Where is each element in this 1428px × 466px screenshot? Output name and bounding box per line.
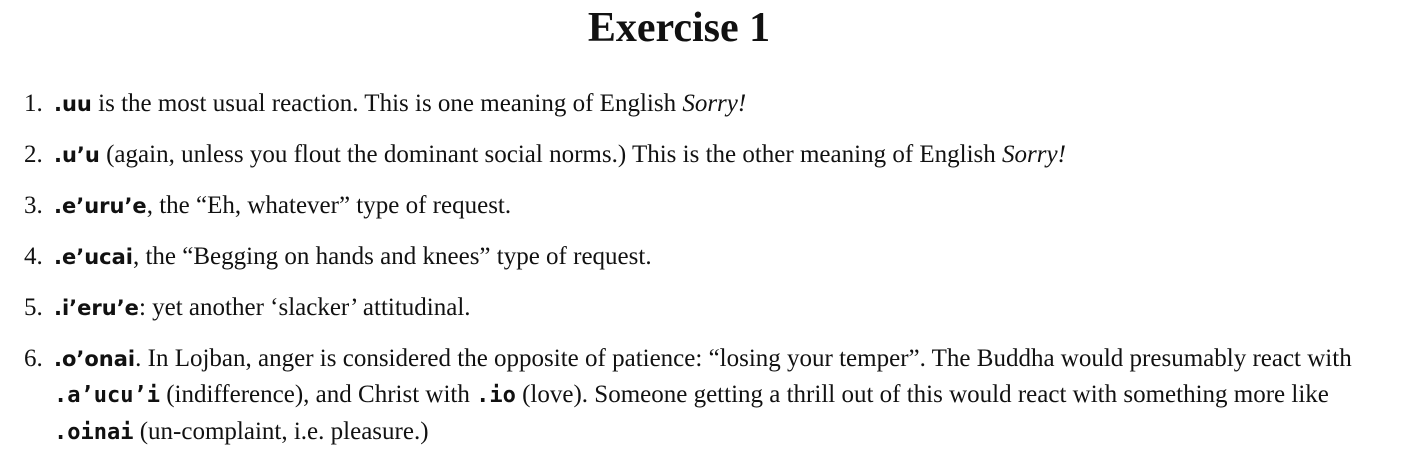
item-number: 5. — [24, 294, 43, 321]
item-number: 3. — [24, 192, 43, 219]
list-item: 6. .o’onai. In Lojban, anger is consider… — [24, 341, 1404, 451]
item-text: (again, unless you flout the dominant so… — [99, 141, 1003, 168]
lojban-word: .uu — [54, 92, 92, 116]
item-number: 1. — [24, 90, 43, 117]
lojban-word: .a’ucu’i — [54, 383, 160, 408]
lojban-word: .o’onai — [54, 347, 136, 371]
emphasis-text: Sorry! — [1002, 141, 1066, 168]
lojban-word: .u’u — [54, 143, 100, 167]
item-text: (un-complaint, i.e. pleasure.) — [133, 418, 429, 445]
lojban-word: .e’uru’e — [54, 194, 147, 218]
item-text: : yet another ‘slacker’ attitudinal. — [138, 294, 471, 321]
item-text: , the “Eh, whatever” type of request. — [146, 192, 512, 219]
item-text: . In Lojban, anger is considered the opp… — [135, 345, 1352, 372]
list-item: 1. .uu is the most usual reaction. This … — [24, 86, 1404, 122]
lojban-word: .e’ucai — [54, 245, 133, 269]
item-number: 6. — [24, 345, 43, 372]
lojban-word: .oinai — [54, 420, 134, 445]
item-text: (love). Someone getting a thrill out of … — [515, 381, 1329, 408]
document-page: Exercise 1 1. .uu is the most usual reac… — [0, 0, 1428, 462]
item-text: is the most usual reaction. This is one … — [91, 90, 683, 117]
lojban-word: .i’eru’e — [54, 296, 139, 320]
lojban-word: .io — [476, 383, 516, 408]
item-number: 4. — [24, 243, 43, 270]
item-text: , the “Begging on hands and knees” type … — [132, 243, 652, 270]
list-item: 3. .e’uru’e, the “Eh, whatever” type of … — [24, 188, 1404, 224]
answer-list: 1. .uu is the most usual reaction. This … — [24, 86, 1404, 466]
emphasis-text: Sorry! — [682, 90, 747, 117]
list-item: 2. .u’u (again, unless you flout the dom… — [24, 137, 1404, 173]
item-number: 2. — [24, 141, 43, 168]
list-item: 4. .e’ucai, the “Begging on hands and kn… — [24, 239, 1404, 275]
list-item: 5. .i’eru’e: yet another ‘slacker’ attit… — [24, 290, 1404, 326]
exercise-title: Exercise 1 — [587, 5, 771, 51]
item-text: (indifference), and Christ with — [159, 381, 477, 408]
